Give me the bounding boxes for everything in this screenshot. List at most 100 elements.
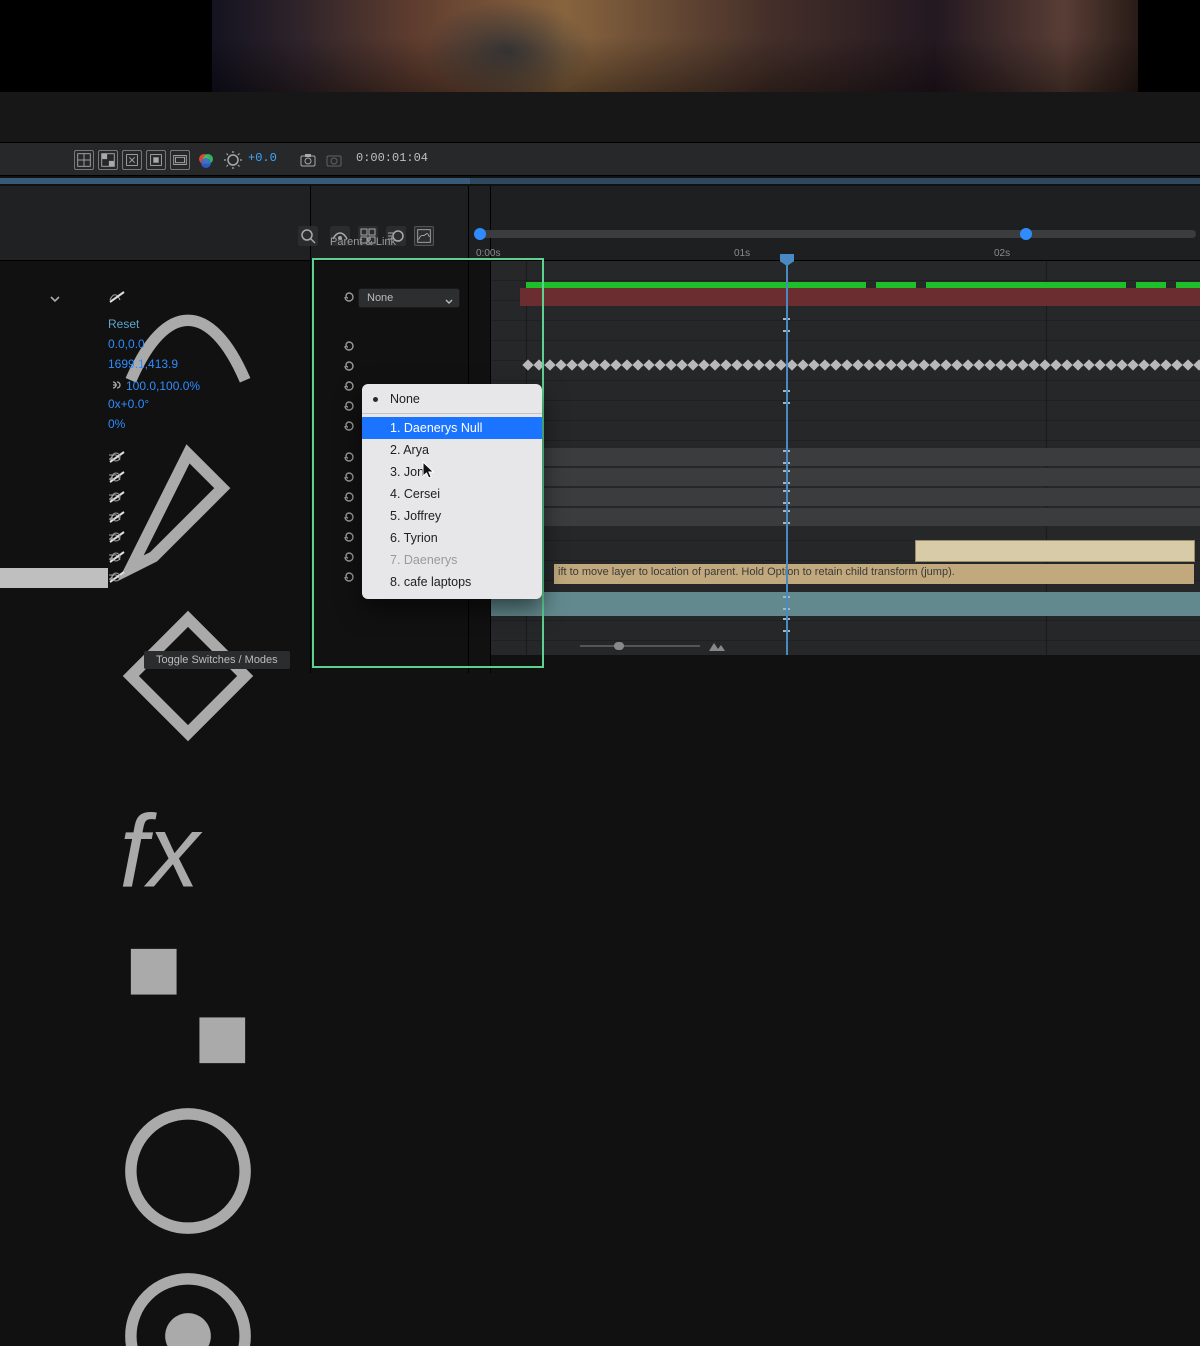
exposure-icon[interactable] — [222, 149, 244, 171]
keyframe-track[interactable] — [490, 357, 1200, 373]
keyframe-icon[interactable] — [1017, 359, 1028, 370]
pickwhip-icon[interactable] — [336, 468, 354, 486]
pickwhip-icon[interactable] — [336, 397, 354, 415]
constrain-link-icon[interactable] — [108, 378, 122, 395]
rotation-value[interactable]: 0x+0.0° — [108, 397, 149, 411]
navigator-end-handle[interactable] — [1020, 228, 1032, 240]
pickwhip-icon[interactable] — [336, 288, 354, 306]
keyframe-icon[interactable] — [764, 359, 775, 370]
parent-dropdown-menu[interactable]: None 1. Daenerys Null2. Arya3. Jon4. Cer… — [362, 384, 542, 599]
keyframe-icon[interactable] — [1083, 359, 1094, 370]
keyframe-icon[interactable] — [1149, 359, 1160, 370]
keyframe-icon[interactable] — [841, 359, 852, 370]
pickwhip-icon[interactable] — [336, 357, 354, 375]
keyframe-icon[interactable] — [819, 359, 830, 370]
search-icon[interactable] — [298, 226, 318, 246]
layer-bar[interactable] — [520, 288, 1200, 306]
keyframe-icon[interactable] — [676, 359, 687, 370]
motion-blur-switch-icon[interactable] — [108, 530, 122, 544]
title-safe-icon[interactable] — [170, 150, 190, 170]
graph-editor-icon[interactable] — [414, 226, 434, 246]
composition-preview[interactable] — [212, 0, 1138, 92]
toggle-switches-modes[interactable]: Toggle Switches / Modes — [144, 651, 290, 669]
chevron-down-icon[interactable] — [48, 292, 62, 306]
keyframe-icon[interactable] — [643, 359, 654, 370]
layer-bar[interactable] — [490, 592, 1200, 616]
keyframe-icon[interactable] — [533, 359, 544, 370]
menu-item[interactable]: 3. Jon — [362, 461, 542, 483]
keyframe-icon[interactable] — [632, 359, 643, 370]
time-ruler[interactable]: 0:00s 01s 02s — [470, 220, 1200, 260]
motion-blur-switch-icon[interactable] — [108, 550, 122, 564]
playhead[interactable] — [786, 260, 788, 655]
pickwhip-icon[interactable] — [336, 417, 354, 435]
keyframe-icon[interactable] — [1138, 359, 1149, 370]
mountain-icon[interactable] — [708, 639, 726, 653]
keyframe-icon[interactable] — [830, 359, 841, 370]
keyframe-icon[interactable] — [1127, 359, 1138, 370]
keyframe-icon[interactable] — [1006, 359, 1017, 370]
pickwhip-icon[interactable] — [336, 528, 354, 546]
reset-link[interactable]: Reset — [108, 317, 139, 331]
keyframe-icon[interactable] — [522, 359, 533, 370]
keyframe-icon[interactable] — [566, 359, 577, 370]
exposure-value[interactable]: +0.0 — [248, 151, 277, 165]
keyframe-icon[interactable] — [775, 359, 786, 370]
pickwhip-icon[interactable] — [336, 377, 354, 395]
pickwhip-icon[interactable] — [336, 448, 354, 466]
keyframe-icon[interactable] — [709, 359, 720, 370]
pickwhip-icon[interactable] — [336, 488, 354, 506]
keyframe-icon[interactable] — [808, 359, 819, 370]
keyframe-icon[interactable] — [918, 359, 929, 370]
keyframe-icon[interactable] — [555, 359, 566, 370]
keyframe-icon[interactable] — [1094, 359, 1105, 370]
region-of-interest-icon[interactable] — [146, 150, 166, 170]
menu-item[interactable]: 4. Cersei — [362, 483, 542, 505]
keyframe-icon[interactable] — [951, 359, 962, 370]
timeline[interactable]: ift to move layer to location of parent.… — [490, 260, 1200, 655]
menu-item[interactable]: 5. Joffrey — [362, 505, 542, 527]
layer-bar[interactable] — [520, 468, 1200, 486]
parent-dropdown[interactable]: None — [358, 288, 460, 308]
snapshot-icon[interactable] — [298, 150, 318, 170]
motion-blur-switch-icon[interactable] — [108, 510, 122, 524]
layer-bar[interactable] — [520, 508, 1200, 526]
keyframe-icon[interactable] — [1116, 359, 1127, 370]
keyframe-icon[interactable] — [863, 359, 874, 370]
keyframe-icon[interactable] — [984, 359, 995, 370]
keyframe-icon[interactable] — [654, 359, 665, 370]
keyframe-icon[interactable] — [599, 359, 610, 370]
keyframe-icon[interactable] — [731, 359, 742, 370]
keyframe-icon[interactable] — [665, 359, 676, 370]
grid-tool-icon[interactable] — [74, 150, 94, 170]
keyframe-icon[interactable] — [940, 359, 951, 370]
show-snapshot-icon[interactable] — [324, 150, 344, 170]
motion-blur-switch-icon[interactable] — [108, 470, 122, 484]
keyframe-icon[interactable] — [753, 359, 764, 370]
time-navigator[interactable] — [474, 230, 1196, 238]
keyframe-icon[interactable] — [995, 359, 1006, 370]
keyframe-icon[interactable] — [544, 359, 555, 370]
menu-item[interactable]: 1. Daenerys Null — [362, 417, 542, 439]
solo-switch-icon[interactable] — [108, 290, 126, 304]
keyframe-icon[interactable] — [577, 359, 588, 370]
keyframe-icon[interactable] — [1039, 359, 1050, 370]
keyframe-icon[interactable] — [907, 359, 918, 370]
keyframe-icon[interactable] — [610, 359, 621, 370]
keyframe-icon[interactable] — [1105, 359, 1116, 370]
keyframe-icon[interactable] — [720, 359, 731, 370]
anchor-point-value[interactable]: 0.0,0.0 — [108, 337, 145, 351]
menu-item[interactable]: 8. cafe laptops — [362, 571, 542, 593]
keyframe-icon[interactable] — [929, 359, 940, 370]
current-time[interactable]: 0:00:01:04 — [356, 151, 428, 165]
transparency-grid-icon[interactable] — [98, 150, 118, 170]
keyframe-icon[interactable] — [588, 359, 599, 370]
navigator-start-handle[interactable] — [474, 228, 486, 240]
work-area-bar[interactable] — [0, 178, 1200, 184]
keyframe-icon[interactable] — [1160, 359, 1171, 370]
mask-icon[interactable] — [122, 150, 142, 170]
keyframe-icon[interactable] — [742, 359, 753, 370]
keyframe-icon[interactable] — [621, 359, 632, 370]
keyframe-icon[interactable] — [874, 359, 885, 370]
menu-item-none[interactable]: None — [362, 388, 542, 410]
